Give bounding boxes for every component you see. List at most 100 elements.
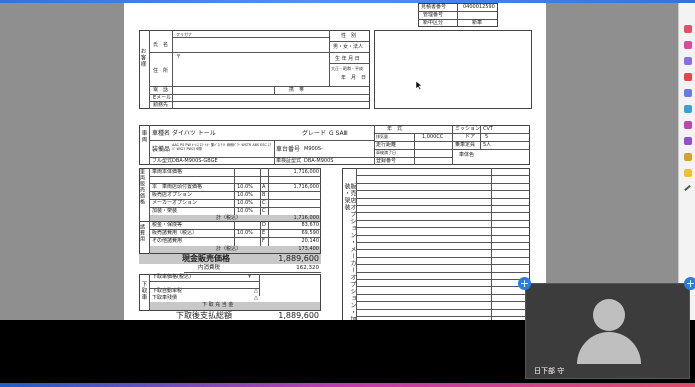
regno-label: 登録番号 (376, 158, 397, 164)
price-section-label: 車両販売価格 (139, 169, 145, 205)
organize-icon[interactable] (684, 73, 692, 81)
fee-row-1-label: 販売諸費用（税込） (152, 230, 198, 236)
fee-row-0-code: D (262, 222, 266, 228)
mission-label: ミッション (455, 126, 481, 132)
chassis-value: M900S- (304, 146, 323, 152)
manage-no-label: 管理番号 (423, 12, 444, 18)
video-tile[interactable]: 日下部 守 (525, 283, 690, 379)
options-row-line (356, 308, 530, 310)
fees-total-label: 計（税込） (216, 246, 242, 252)
model-label: 車種名 (152, 130, 171, 137)
more-tools-icon[interactable] (684, 137, 692, 145)
final-payment-value: 1,889,600 (278, 311, 319, 320)
grade-value: G SAⅢ (329, 130, 348, 137)
options-row-line (356, 190, 530, 192)
gender-value[interactable]: 男・女・法人 (333, 45, 363, 50)
cert-model-value: DBA-M900S (304, 158, 334, 164)
price-row-2-pct: 10.0% (237, 184, 253, 190)
cert-model-label: 車検証型式 (276, 158, 302, 164)
fees-section-label: 諸費用 (139, 224, 145, 242)
fee-row-1-code: E (262, 230, 266, 236)
export-icon[interactable] (684, 25, 692, 33)
mission-value: CVT (483, 126, 493, 132)
equip-label: 装備品 (152, 146, 171, 153)
door-value: 5 (485, 134, 489, 140)
options-row-line (356, 205, 530, 206)
options-row-line (356, 301, 530, 303)
chassis-label: 車台番号 (276, 146, 301, 153)
notes-box (374, 30, 532, 109)
fee-row-2-label: その他諸費用 (152, 238, 183, 244)
options-row-line (356, 234, 530, 236)
estimate-no-value: 0400012590 (463, 4, 495, 10)
fill-sign-icon[interactable] (684, 121, 692, 129)
options-row-line (356, 227, 530, 229)
price-row-0-value: 1,716,000 (293, 169, 319, 175)
grade-label: グレード (302, 130, 327, 137)
avatar-head (593, 299, 625, 331)
options-row-line (356, 242, 530, 243)
final-payment-label: 下取後支払総額 (176, 311, 232, 320)
displacement-value: 1,000CC (422, 134, 444, 140)
vehicle-section-label: 車両 (140, 130, 147, 143)
price-row-0-label: 車両本体価格 (152, 169, 183, 175)
gender-label: 性 別 (341, 33, 357, 39)
ymd-label: 年 月 日 (341, 75, 367, 81)
participant-name: 日下部 守 (534, 367, 565, 375)
tradein-car-label: 下取自動車税 (152, 288, 183, 294)
estimate-no-label: 見積書番号 (421, 4, 447, 10)
dob-label: 生 年 月 日 (335, 56, 360, 62)
options-row-line (356, 197, 530, 199)
comment-icon[interactable] (684, 57, 692, 65)
capacity-label: 乗車定員 (455, 142, 476, 148)
fee-row-2-code: F (262, 238, 265, 244)
options-row-line (356, 316, 530, 317)
capacity-value: 5人 (483, 142, 492, 148)
tax-label: 内消費税 (198, 265, 221, 271)
mileage-label: 走行距離 (376, 142, 397, 148)
fee-row-2-value: 20,140 (301, 238, 320, 244)
options-row-line (356, 249, 530, 251)
pen-icon[interactable] (684, 184, 691, 192)
name-label: 氏 名 (153, 42, 169, 48)
compress-icon[interactable] (684, 105, 692, 113)
fullmodel-label: フル型式 (152, 158, 173, 164)
phone-label: 電 話 (153, 87, 169, 93)
tradein-rebate-mark: △ (254, 295, 258, 301)
price-row-4-label: メーカーオプション (152, 200, 198, 206)
fees-total-value: 173,400 (298, 246, 319, 252)
options-row-line (356, 264, 530, 266)
options-row-line (356, 293, 530, 295)
add-left-icon[interactable]: + (518, 277, 531, 290)
options-row-line (356, 212, 530, 214)
options-row-line (356, 271, 530, 273)
tradein-section-label: 下取車 (140, 281, 147, 301)
add-right-icon[interactable]: + (684, 277, 695, 290)
price-row-3-code: B (262, 192, 266, 198)
options-row-line (356, 286, 530, 288)
equip-value: AAC PS PW ｷｰﾚｽ ｽﾏｰﾄｷｰ 集ﾄﾞﾛ ﾗｲﾄ 両側ﾊﾟﾜｰ WS… (172, 143, 272, 152)
estimate-page: 見積書番号 0400012590 管理番号 新中区分 新車 お客様 フリガナ 氏… (124, 3, 546, 323)
price-row-3-pct: 10.0% (237, 192, 253, 198)
avatar-body (577, 332, 641, 364)
highlight-icon[interactable] (684, 169, 692, 177)
price-row-2-code: A (262, 184, 266, 190)
stamp-icon[interactable] (684, 153, 692, 161)
postal-mark: 〒 (176, 54, 182, 60)
fee-row-1-pct: 10.0% (237, 230, 253, 236)
door-label: ドア (465, 134, 476, 140)
new-used-value: 新車 (472, 20, 483, 26)
mobile-label: 携 帯 (289, 87, 305, 93)
protect-icon[interactable] (684, 89, 692, 97)
options-row-line (356, 256, 530, 258)
tradein-rebate-label: 下取車残債 (152, 295, 178, 301)
inspect-label: 車検満了日 (376, 150, 396, 155)
work-label: 勤務先 (153, 102, 169, 108)
edit-icon[interactable] (684, 41, 692, 49)
fullmodel-value: DBA-M900S-GBGE (172, 158, 218, 164)
tradein-net-label: 下 取 充 当 金 (202, 302, 234, 308)
options-row-line (356, 219, 530, 221)
price-row-4-code: C (262, 200, 266, 206)
era-label: 大正・昭和・平成 (331, 66, 363, 71)
price-row-2-label: 本 車両店頭付置価格 (152, 184, 203, 190)
